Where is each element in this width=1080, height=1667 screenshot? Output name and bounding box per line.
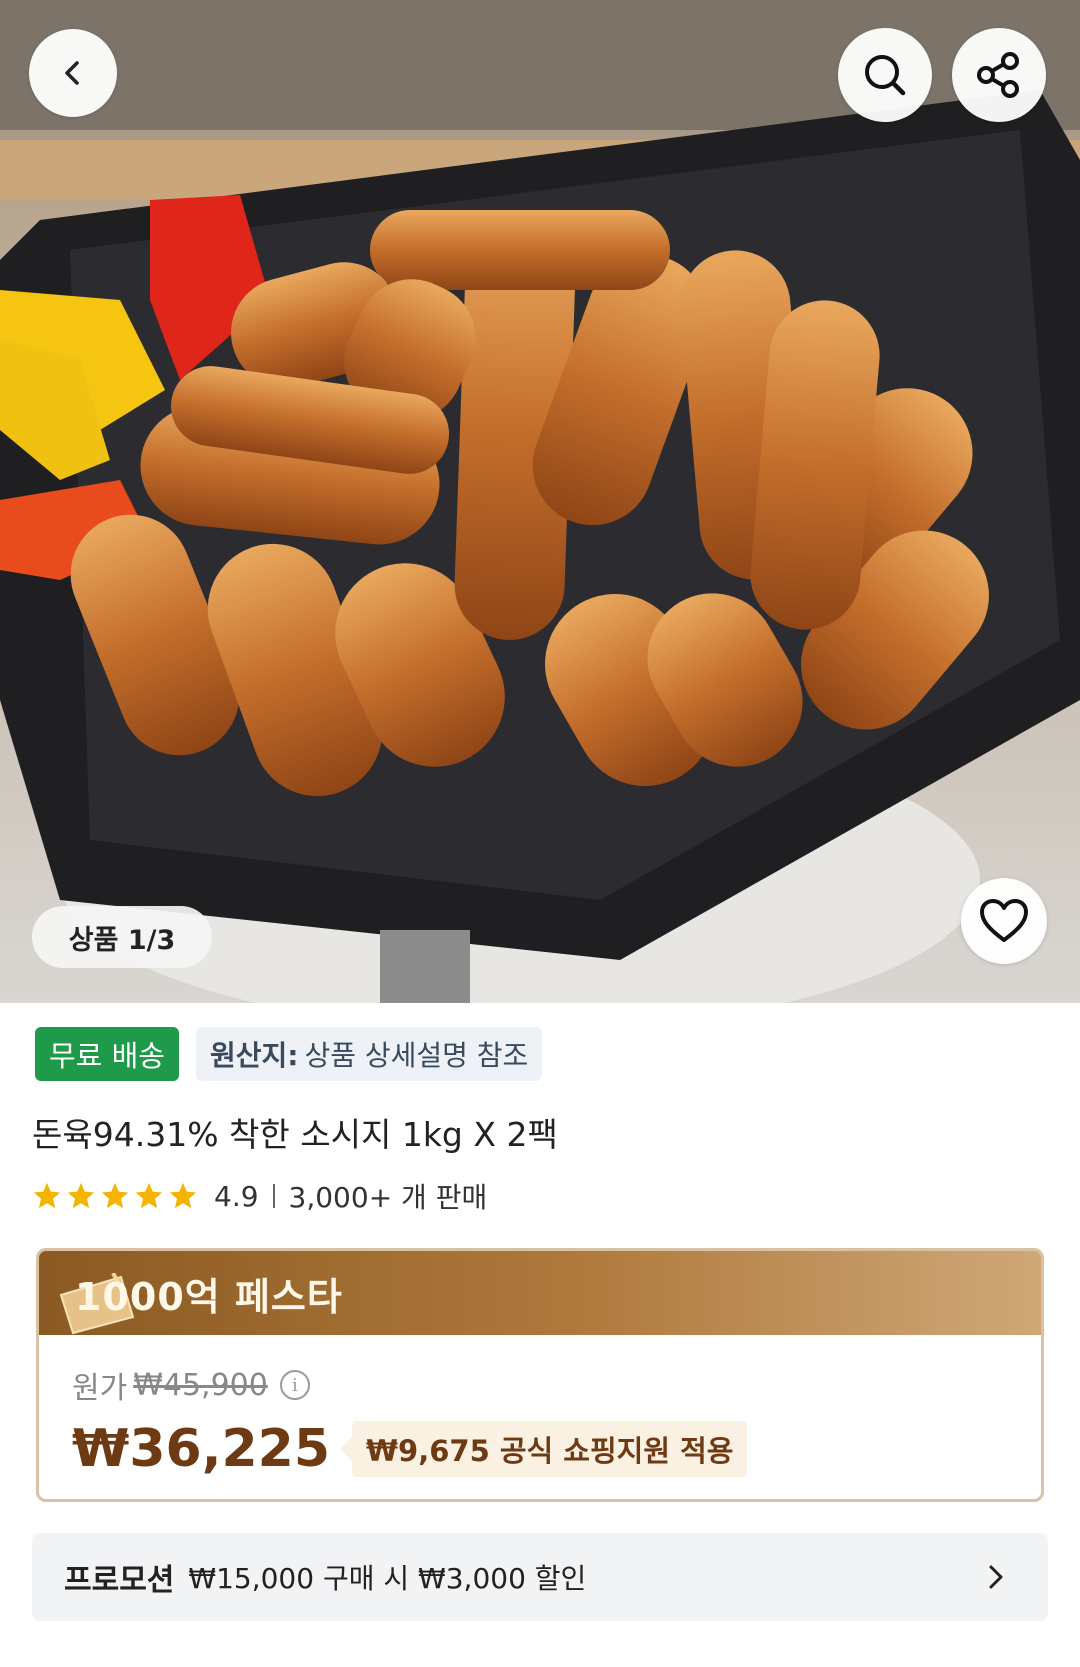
festival-banner: 1000억 페스타 [39, 1251, 1041, 1335]
product-image[interactable] [0, 0, 1080, 1003]
divider [272, 1184, 275, 1208]
free-shipping-label: 무료 배송 [49, 1039, 165, 1073]
product-title: 돈육94.31% 착한 소시지 1kg X 2팩 [32, 1115, 558, 1154]
free-shipping-badge: 무료 배송 [35, 1027, 179, 1081]
search-icon [865, 55, 906, 96]
star-icon [135, 1182, 163, 1209]
share-button[interactable] [952, 28, 1046, 122]
price-card: 1000억 페스타 원가 ₩45,900 i ₩36,225 ₩9,675 공식… [36, 1248, 1044, 1502]
origin-badge: 원산지: 상품 상세설명 참조 [195, 1027, 543, 1081]
festival-title: 1000억 페스타 [75, 1274, 343, 1319]
star-icon [33, 1182, 61, 1209]
star-icon [169, 1182, 197, 1209]
rating-value: 4.9 [214, 1179, 259, 1213]
original-price: ₩45,900 [133, 1367, 268, 1403]
chevron-right-icon [989, 1565, 1003, 1589]
share-icon [977, 52, 1019, 98]
original-price-label: 원가 [72, 1371, 128, 1406]
promotion-text: ₩15,000 구매 시 ₩3,000 할인 [188, 1562, 587, 1595]
promotion-label: 프로모션 [64, 1563, 175, 1598]
favorite-button[interactable] [961, 878, 1047, 964]
rating-row[interactable]: 4.9 3,000+ 개 판매 [32, 1178, 487, 1214]
shopping-support-chip: ₩9,675 공식 쇼핑지원 적용 [340, 1421, 748, 1477]
star-icon [67, 1182, 95, 1209]
chevron-left-icon [65, 61, 79, 85]
sale-price-row: ₩36,225 ₩9,675 공식 쇼핑지원 적용 [72, 1419, 748, 1479]
sale-price: ₩36,225 [72, 1419, 331, 1479]
original-price-row: 원가 ₩45,900 i [72, 1363, 310, 1407]
heart-icon [980, 899, 1028, 942]
info-icon[interactable]: i [279, 1370, 310, 1400]
sold-count: 3,000+ 개 판매 [288, 1181, 488, 1214]
promotion-row[interactable]: 프로모션 ₩15,000 구매 시 ₩3,000 할인 [32, 1533, 1048, 1621]
image-counter: 상품 1/3 [32, 906, 212, 968]
star-icon [101, 1182, 129, 1209]
origin-key: 원산지: [209, 1039, 299, 1072]
search-button[interactable] [838, 28, 932, 122]
back-button[interactable] [29, 29, 117, 117]
star-rating [32, 1181, 198, 1211]
origin-value: 상품 상세설명 참조 [304, 1039, 529, 1072]
sausage-photo [0, 0, 1080, 1003]
badge-row: 무료 배송 원산지: 상품 상세설명 참조 [35, 1027, 543, 1081]
